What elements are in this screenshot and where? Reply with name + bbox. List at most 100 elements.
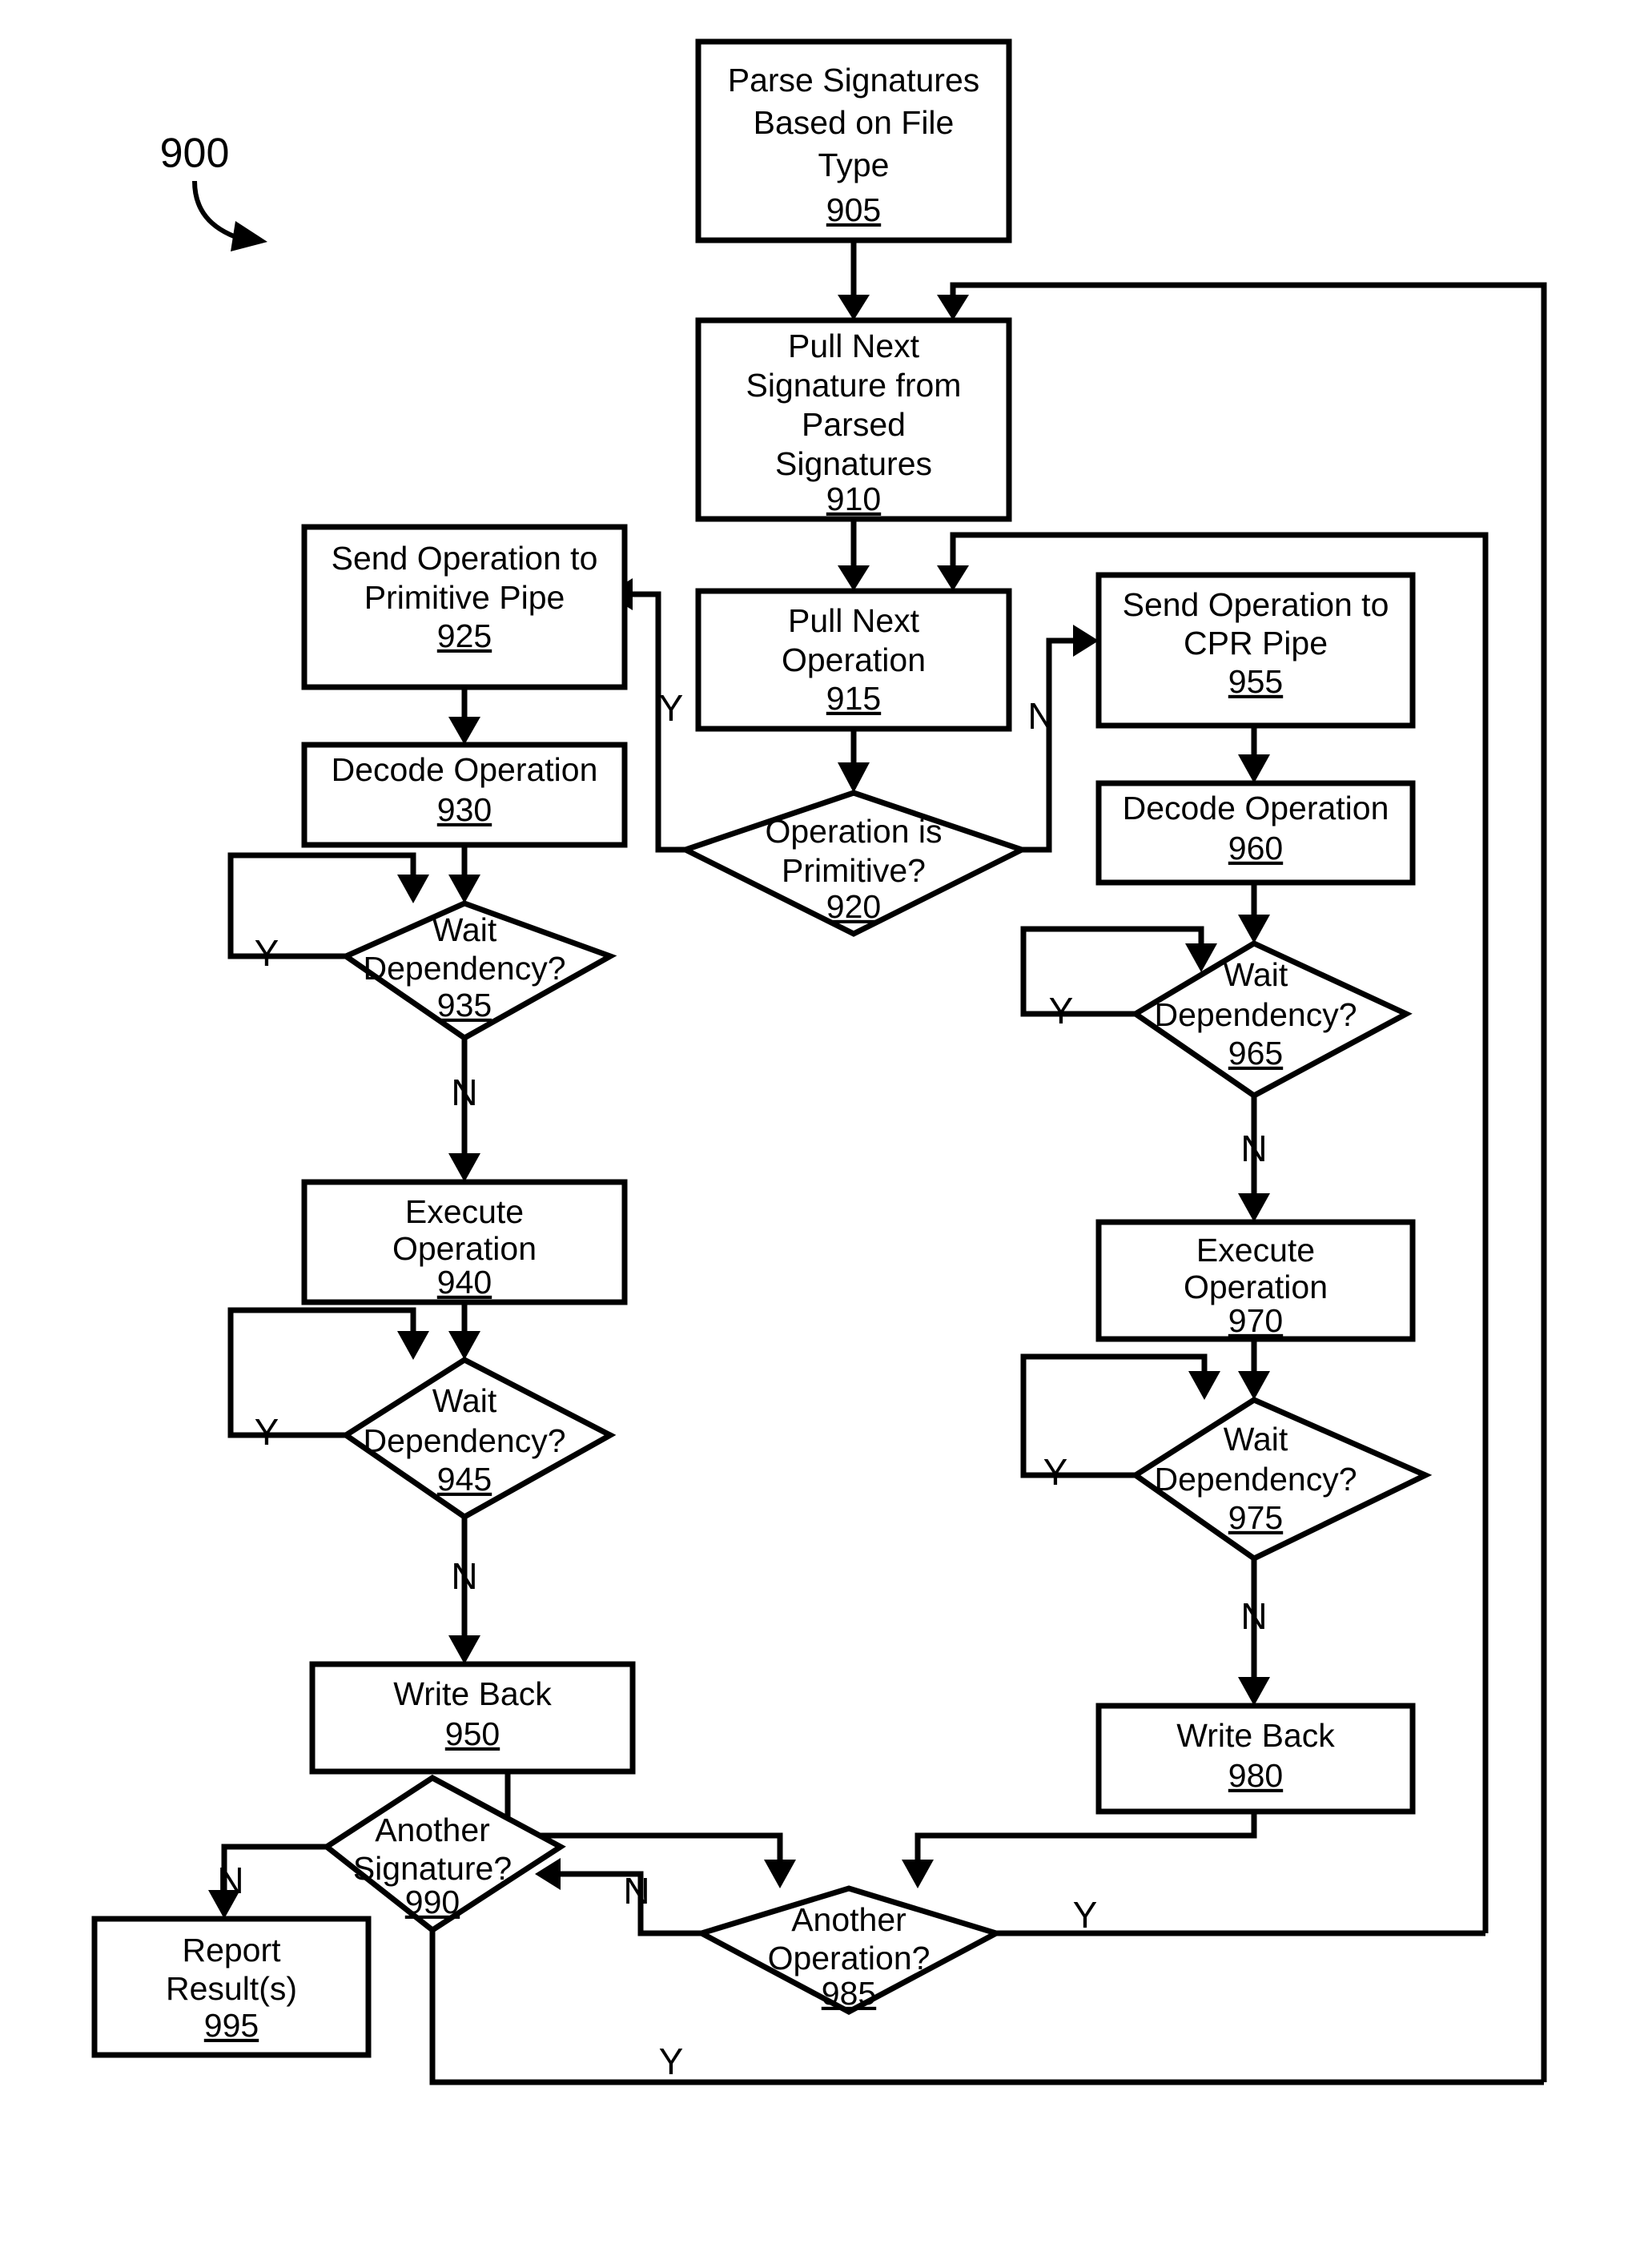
branch-label-985-yes: Y bbox=[1073, 1894, 1098, 1936]
branch-label-965-no: N bbox=[1240, 1128, 1267, 1169]
arrowhead-990-910 bbox=[937, 295, 969, 320]
flowchart-figure: Parse Signatures Based on File Type 905 … bbox=[0, 0, 1632, 2268]
node-985[interactable]: Another Operation? 985 bbox=[693, 1885, 1004, 2015]
node-950[interactable]: Write Back 950 bbox=[309, 1661, 636, 1775]
node-975[interactable]: Wait Dependency? 975 bbox=[1130, 1397, 1433, 1562]
node-940-line-0: Execute bbox=[405, 1193, 524, 1230]
branch-label-945-yes: Y bbox=[255, 1411, 279, 1453]
node-910[interactable]: Pull Next Signature from Parsed Signatur… bbox=[695, 317, 1012, 522]
arrowhead-945-selfloop bbox=[397, 1331, 429, 1360]
arrowhead-975-selfloop bbox=[1188, 1371, 1220, 1400]
node-970-line-0: Execute bbox=[1196, 1232, 1315, 1269]
node-975-ref: 975 bbox=[1228, 1499, 1283, 1536]
arrowhead-930-935 bbox=[448, 875, 480, 903]
node-990-line-0: Another bbox=[375, 1812, 490, 1848]
node-905-ref: 905 bbox=[826, 191, 881, 228]
arrowhead-950-985 bbox=[764, 1860, 796, 1888]
node-915[interactable]: Pull Next Operation 915 bbox=[695, 588, 1012, 732]
node-995[interactable]: Report Result(s) 995 bbox=[91, 1916, 372, 2058]
node-990[interactable]: Another Signature? 990 bbox=[322, 1774, 566, 1934]
node-985-line-0: Another bbox=[791, 1901, 906, 1938]
node-935[interactable]: Wait Dependency? 935 bbox=[340, 900, 617, 1042]
node-935-ref: 935 bbox=[437, 987, 492, 1023]
node-950-line-0: Write Back bbox=[393, 1675, 552, 1712]
arrowhead-975-980 bbox=[1238, 1677, 1270, 1706]
node-930[interactable]: Decode Operation 930 bbox=[301, 742, 628, 848]
node-995-line-0: Report bbox=[182, 1932, 281, 1968]
node-layer: Parse Signatures Based on File Type 905 … bbox=[91, 38, 1433, 2058]
node-960-ref: 960 bbox=[1228, 830, 1283, 867]
arrowhead-985-915 bbox=[937, 565, 969, 591]
node-925-ref: 925 bbox=[437, 617, 492, 654]
node-905[interactable]: Parse Signatures Based on File Type 905 bbox=[695, 38, 1012, 243]
node-995-ref: 995 bbox=[204, 2007, 259, 2044]
branch-label-975-yes: Y bbox=[1043, 1451, 1068, 1493]
node-945-ref: 945 bbox=[437, 1461, 492, 1498]
node-930-ref: 930 bbox=[437, 791, 492, 828]
node-965[interactable]: Wait Dependency? 965 bbox=[1130, 940, 1413, 1100]
arrowhead-955-960 bbox=[1238, 754, 1270, 783]
node-955-line-1: CPR Pipe bbox=[1184, 625, 1328, 662]
node-985-ref: 985 bbox=[822, 1975, 876, 2012]
arrowhead-935-940 bbox=[448, 1153, 480, 1182]
node-950-ref: 950 bbox=[445, 1715, 500, 1752]
node-940[interactable]: Execute Operation 940 bbox=[301, 1179, 628, 1305]
node-945-line-1: Dependency? bbox=[363, 1422, 565, 1459]
branch-label-920-yes: Y bbox=[659, 687, 684, 729]
node-920-line-1: Primitive? bbox=[782, 852, 926, 889]
node-920-line-0: Operation is bbox=[765, 813, 942, 850]
arrowhead-935-selfloop bbox=[397, 875, 429, 903]
node-975-line-0: Wait bbox=[1224, 1421, 1288, 1458]
arrowhead-960-965 bbox=[1238, 915, 1270, 943]
arrowhead-925-930 bbox=[448, 717, 480, 745]
node-955[interactable]: Send Operation to CPR Pipe 955 bbox=[1095, 572, 1416, 729]
branch-label-990-yes: Y bbox=[659, 2041, 684, 2082]
node-930-line-0: Decode Operation bbox=[332, 751, 598, 788]
node-940-ref: 940 bbox=[437, 1264, 492, 1301]
node-920-ref: 920 bbox=[826, 888, 881, 925]
arrowhead-945-950 bbox=[448, 1635, 480, 1664]
node-970[interactable]: Execute Operation 970 bbox=[1095, 1219, 1416, 1342]
node-965-line-1: Dependency? bbox=[1154, 996, 1357, 1033]
node-910-ref: 910 bbox=[826, 481, 881, 517]
node-910-line-3: Signatures bbox=[775, 445, 932, 482]
node-960[interactable]: Decode Operation 960 bbox=[1095, 780, 1416, 886]
edge-980-to-985 bbox=[914, 1812, 1257, 1860]
node-965-ref: 965 bbox=[1228, 1035, 1283, 1072]
branch-label-935-no: N bbox=[451, 1072, 477, 1113]
figure-number: 900 bbox=[160, 131, 230, 177]
node-920[interactable]: Operation is Primitive? 920 bbox=[677, 790, 1030, 937]
node-960-line-0: Decode Operation bbox=[1123, 790, 1389, 826]
node-910-line-2: Parsed bbox=[802, 406, 906, 443]
arrowhead-965-970 bbox=[1238, 1193, 1270, 1222]
node-915-ref: 915 bbox=[826, 680, 881, 717]
node-985-line-1: Operation? bbox=[768, 1940, 931, 1976]
node-955-line-0: Send Operation to bbox=[1123, 586, 1389, 623]
arrowhead-970-975 bbox=[1238, 1371, 1270, 1400]
branch-label-985-no: N bbox=[623, 1870, 649, 1912]
arrowhead-980-985 bbox=[902, 1860, 934, 1888]
node-910-line-1: Signature from bbox=[746, 367, 962, 404]
node-925-line-1: Primitive Pipe bbox=[364, 579, 565, 616]
arrowhead-910-915 bbox=[838, 565, 870, 591]
arrowhead-920-955 bbox=[1073, 625, 1099, 657]
node-915-line-0: Pull Next bbox=[788, 602, 920, 639]
node-925-line-0: Send Operation to bbox=[332, 540, 598, 577]
node-905-line-0: Parse Signatures bbox=[728, 62, 980, 99]
node-990-line-1: Signature? bbox=[353, 1850, 512, 1887]
flowchart-canvas: Parse Signatures Based on File Type 905 … bbox=[91, 38, 1547, 2085]
node-975-line-1: Dependency? bbox=[1154, 1461, 1357, 1498]
branch-label-945-no: N bbox=[451, 1555, 477, 1597]
node-980[interactable]: Write Back 980 bbox=[1095, 1703, 1416, 1815]
node-945[interactable]: Wait Dependency? 945 bbox=[340, 1356, 617, 1521]
node-905-line-2: Type bbox=[818, 147, 890, 183]
edge-920-no-to-955 bbox=[1022, 637, 1073, 853]
branch-label-975-no: N bbox=[1240, 1595, 1267, 1637]
node-955-ref: 955 bbox=[1228, 663, 1283, 700]
node-910-line-0: Pull Next bbox=[788, 328, 920, 364]
node-925[interactable]: Send Operation to Primitive Pipe 925 bbox=[301, 524, 628, 690]
node-915-line-1: Operation bbox=[782, 641, 926, 678]
node-935-line-0: Wait bbox=[432, 911, 497, 948]
node-970-line-1: Operation bbox=[1184, 1269, 1328, 1305]
node-970-ref: 970 bbox=[1228, 1302, 1283, 1339]
